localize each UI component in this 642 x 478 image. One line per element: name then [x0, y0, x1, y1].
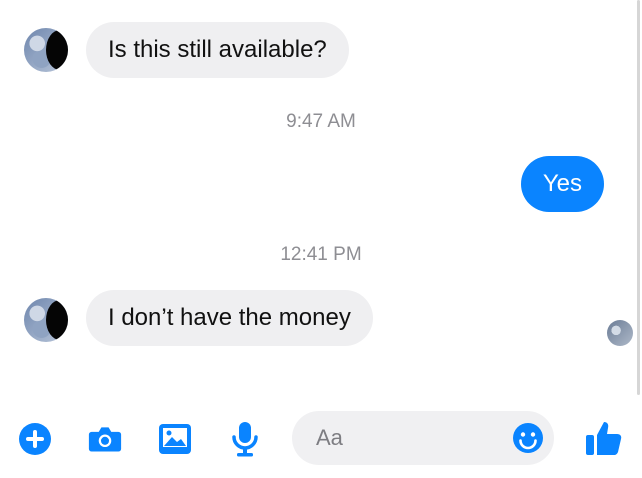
timestamp: 12:41 PM: [280, 244, 362, 265]
plus-button[interactable]: [18, 422, 52, 456]
plus-icon: [19, 423, 51, 455]
gallery-button[interactable]: [158, 422, 192, 456]
outgoing-message[interactable]: Yes: [520, 156, 604, 212]
incoming-message[interactable]: I don’t have the money: [86, 290, 373, 346]
contact-avatar[interactable]: [24, 298, 68, 342]
timestamp: 9:47 AM: [286, 111, 356, 132]
incoming-message[interactable]: Is this still available?: [86, 22, 349, 78]
emoji-icon[interactable]: [512, 422, 544, 454]
camera-button[interactable]: [88, 422, 122, 456]
message-input[interactable]: Aa: [292, 411, 554, 465]
message-text: Is this still available?: [108, 36, 327, 63]
like-button[interactable]: [584, 418, 624, 458]
scrollbar[interactable]: [637, 0, 640, 395]
camera-icon: [88, 427, 122, 452]
gallery-icon: [159, 424, 191, 454]
message-text: I don’t have the money: [108, 304, 351, 331]
message-text: Yes: [542, 170, 582, 197]
microphone-button[interactable]: [228, 422, 262, 457]
contact-avatar[interactable]: [24, 28, 68, 72]
message-composer: Aa: [0, 400, 642, 478]
microphone-icon: [232, 422, 258, 457]
seen-receipt-avatar: [607, 320, 633, 346]
message-input-placeholder: Aa: [316, 425, 343, 450]
like-icon: [586, 422, 622, 455]
